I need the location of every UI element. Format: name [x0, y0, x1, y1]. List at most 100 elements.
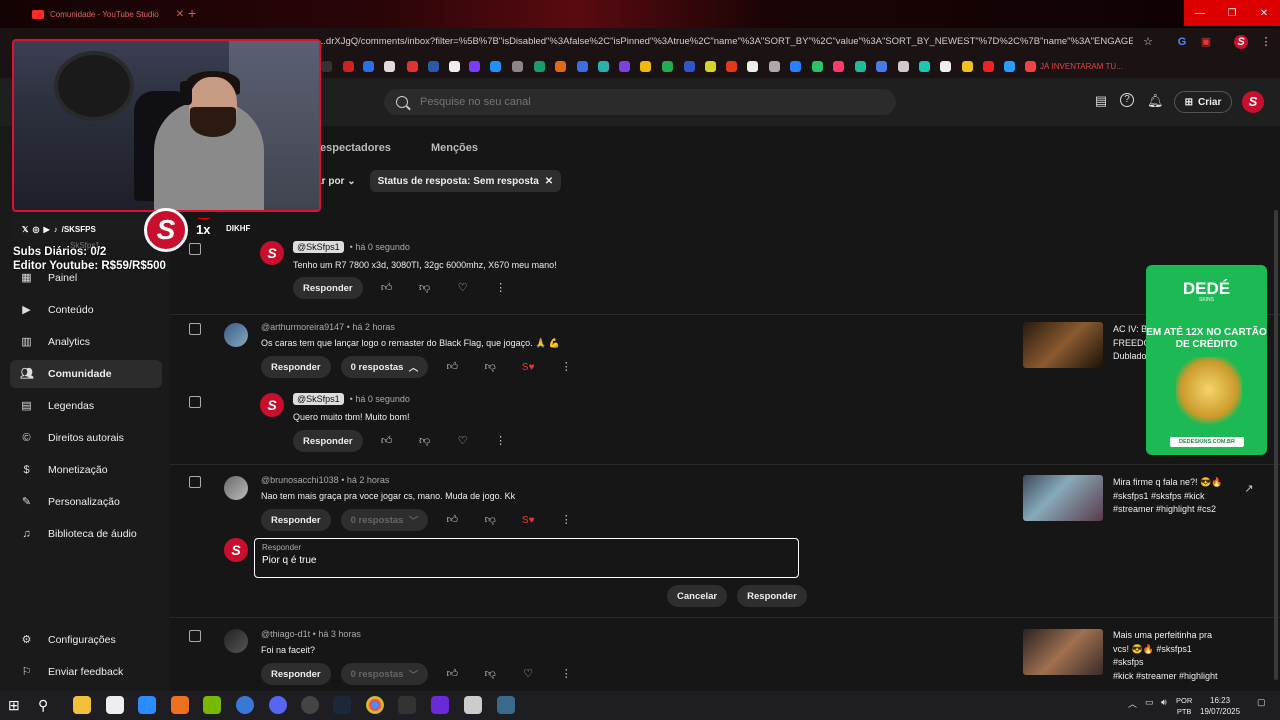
comment-author[interactable]: @SkSfps1 [293, 241, 344, 253]
sidebar-item-content[interactable]: ▶ Conteúdo [10, 296, 162, 324]
video-thumbnail[interactable] [1023, 629, 1103, 675]
volume-icon[interactable]: 🔊︎ [1161, 697, 1167, 708]
bookmark-icon[interactable] [619, 61, 630, 72]
sidebar-item-copyright[interactable]: © Direitos autorais [10, 424, 162, 452]
video-thumbnail[interactable] [1023, 322, 1103, 368]
bookmark-label[interactable]: JÁ INVENTARAM TU... [1040, 62, 1123, 71]
sidebar-item-subtitles[interactable]: ▤ Legendas [10, 392, 162, 420]
more-icon[interactable]: ⋮ [552, 509, 580, 531]
bookmark-icon[interactable] [469, 61, 480, 72]
app-icon[interactable] [398, 696, 416, 714]
bookmark-icon[interactable] [598, 61, 609, 72]
scrollbar[interactable] [1274, 210, 1278, 680]
bookmark-icon[interactable] [983, 61, 994, 72]
bookmark-icon[interactable] [449, 61, 460, 72]
submit-reply-button[interactable]: Responder [737, 585, 807, 607]
comment-checkbox[interactable] [189, 323, 201, 335]
comment-checkbox[interactable] [189, 630, 201, 642]
chrome-icon[interactable] [366, 696, 384, 714]
obs-icon[interactable] [301, 696, 319, 714]
ad-banner[interactable]: DEDÉ SKINS EM ATÉ 12X NO CARTÃO DE CRÉDI… [1146, 265, 1267, 455]
creator-heart-icon[interactable]: S♥ [514, 509, 542, 531]
bookmark-icon[interactable] [534, 61, 545, 72]
like-icon[interactable]: 👍︎ [438, 663, 466, 685]
replies-toggle[interactable]: 0 respostas ﹀ [340, 663, 429, 685]
browser-menu-icon[interactable]: ⋮ [1259, 35, 1273, 49]
app-icon[interactable] [464, 696, 482, 714]
bookmark-icon[interactable] [384, 61, 395, 72]
subtitles-icon[interactable]: ▤ [1093, 93, 1109, 109]
close-window-icon[interactable]: ✕ [1248, 0, 1280, 26]
bookmark-icon[interactable] [577, 61, 588, 72]
heart-icon[interactable]: ♡ [449, 430, 477, 452]
reply-button[interactable]: Responder [293, 277, 363, 299]
video-title[interactable]: Mira firme q fala ne?! 😎🔥 #sksfps1 #sksf… [1113, 476, 1223, 517]
bookmark-icon[interactable] [407, 61, 418, 72]
bookmark-icon[interactable] [705, 61, 716, 72]
search-input[interactable] [420, 96, 840, 108]
bookmark-icon[interactable] [833, 61, 844, 72]
bookmark-icon[interactable] [343, 61, 354, 72]
bookmark-icon[interactable] [363, 61, 374, 72]
bookmark-icon[interactable] [428, 61, 439, 72]
profile-icon[interactable]: S [1234, 35, 1248, 49]
extension-icon[interactable]: ▣ [1199, 35, 1213, 49]
dislike-icon[interactable]: 👎︎ [476, 356, 504, 378]
maximize-icon[interactable]: ❐ [1216, 0, 1248, 26]
like-icon[interactable]: 👍︎ [438, 509, 466, 531]
filter-chip[interactable]: Status de resposta: Sem resposta ✕ [369, 170, 562, 192]
comment-checkbox[interactable] [189, 243, 201, 255]
bookmark-star-icon[interactable]: ☆ [1141, 35, 1155, 49]
comment-author[interactable]: @SkSfps1 [293, 393, 344, 405]
bookmark-icon[interactable] [1025, 61, 1036, 72]
bookmark-icon[interactable] [919, 61, 930, 72]
sidebar-item-audio-library[interactable]: ♫ Biblioteca de áudio [10, 520, 162, 548]
sidebar-item-customization[interactable]: ✎ Personalização [10, 488, 162, 516]
app-icon[interactable] [138, 696, 156, 714]
channel-avatar[interactable]: S [1242, 91, 1264, 113]
new-tab-icon[interactable]: + [188, 5, 196, 21]
sidebar-item-analytics[interactable]: ▥ Analytics [10, 328, 162, 356]
vlc-icon[interactable] [171, 696, 189, 714]
bookmark-icon[interactable] [684, 61, 695, 72]
bookmark-icon[interactable] [812, 61, 823, 72]
reply-input[interactable] [262, 555, 782, 566]
network-icon[interactable]: ▭ [1145, 697, 1154, 708]
create-button[interactable]: ⊞ Criar [1174, 91, 1232, 113]
more-icon[interactable]: ⋮ [487, 430, 515, 452]
heart-icon[interactable]: ♡ [514, 663, 542, 685]
dislike-icon[interactable]: 👎︎ [476, 509, 504, 531]
sidebar-item-feedback[interactable]: ⚐ Enviar feedback [10, 658, 162, 686]
app-icon[interactable] [106, 696, 124, 714]
bookmark-icon[interactable] [855, 61, 866, 72]
bookmark-icon[interactable] [940, 61, 951, 72]
reply-button[interactable]: Responder [293, 430, 363, 452]
tray-chevron-icon[interactable]: ︿ [1128, 697, 1137, 710]
minimize-icon[interactable]: — [1184, 0, 1216, 26]
bookmark-icon[interactable] [962, 61, 973, 72]
url-text[interactable]: ...drXJgQ/comments/inbox?filter=%5B%7B"i… [318, 36, 1133, 47]
tab-viewers[interactable]: espectadores [320, 142, 391, 154]
search-bar[interactable] [384, 89, 896, 115]
browser-tab[interactable]: Comunidade - YouTube Studio ✕ [24, 3, 184, 25]
help-icon[interactable]: ? [1120, 93, 1134, 107]
clock[interactable]: 16:23 19/07/2025 [1200, 695, 1240, 717]
reply-button[interactable]: Responder [261, 663, 331, 685]
sidebar-item-community[interactable]: 👥︎ Comunidade [10, 360, 162, 388]
comment-author[interactable]: @brunosacchi1038 [261, 475, 339, 485]
tab-mentions[interactable]: Menções [431, 142, 478, 154]
more-icon[interactable]: ⋮ [552, 356, 580, 378]
bookmark-icon[interactable] [726, 61, 737, 72]
reply-button[interactable]: Responder [261, 356, 331, 378]
app-icon[interactable] [497, 696, 515, 714]
heart-icon[interactable]: ♡ [449, 277, 477, 299]
avatar[interactable] [224, 323, 248, 347]
avatar[interactable]: S [260, 393, 284, 417]
bookmark-icon[interactable] [321, 61, 332, 72]
bookmark-icon[interactable] [769, 61, 780, 72]
bookmark-icon[interactable] [876, 61, 887, 72]
notification-center-icon[interactable]: ▢ [1257, 697, 1266, 708]
close-tab-icon[interactable]: ✕ [176, 9, 184, 20]
creator-heart-icon[interactable]: S♥ [514, 356, 542, 378]
comment-author[interactable]: @arthurmoreira9147 [261, 322, 344, 332]
